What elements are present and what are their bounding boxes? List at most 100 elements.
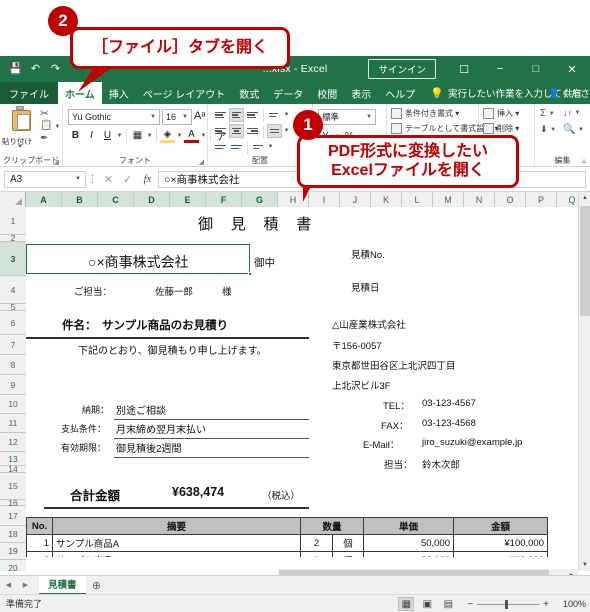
- column-header-M[interactable]: M: [433, 192, 464, 207]
- delete-cells-button[interactable]: 削除 ▾: [483, 123, 519, 134]
- enter-icon[interactable]: ✓: [118, 173, 137, 186]
- font-size-input[interactable]: 16 ▼: [162, 109, 192, 125]
- row-header-14[interactable]: 14: [0, 464, 26, 474]
- column-header-N[interactable]: N: [464, 192, 495, 207]
- italic-button[interactable]: I: [84, 128, 99, 143]
- zoom-in-icon[interactable]: +: [543, 599, 549, 610]
- scroll-down-icon[interactable]: ▼: [579, 559, 590, 571]
- column-header-D[interactable]: D: [134, 192, 170, 207]
- column-header-K[interactable]: K: [371, 192, 402, 207]
- vertical-scrollbar[interactable]: ▲ ▼: [578, 192, 590, 571]
- row-header-20[interactable]: 20: [0, 560, 26, 571]
- zoom-knob[interactable]: [505, 599, 509, 609]
- align-center-icon[interactable]: [229, 124, 244, 138]
- align-middle-icon[interactable]: [229, 108, 244, 122]
- page-break-view-icon[interactable]: ▤: [440, 597, 456, 611]
- name-box-dropdown-icon[interactable]: ▼: [75, 176, 81, 182]
- bold-button[interactable]: B: [68, 128, 83, 143]
- autosum-button[interactable]: Σ ▼: [540, 108, 555, 119]
- scroll-up-icon[interactable]: ▲: [579, 192, 590, 204]
- number-format-select[interactable]: 標準 ▼: [318, 109, 376, 125]
- format-painter-icon[interactable]: ✒: [40, 133, 48, 144]
- font-name-dropdown-icon[interactable]: ▼: [150, 114, 156, 120]
- select-all-corner[interactable]: [0, 192, 26, 207]
- paste-dropdown-icon[interactable]: ▼: [17, 144, 23, 150]
- tab-help[interactable]: ヘルプ: [378, 82, 422, 104]
- align-left-icon[interactable]: [213, 124, 228, 138]
- normal-view-icon[interactable]: ▦: [398, 597, 415, 611]
- sign-in-button[interactable]: サインイン: [368, 59, 436, 79]
- zoom-level[interactable]: 100%: [554, 599, 586, 609]
- paste-button[interactable]: [10, 106, 34, 134]
- row-header-8[interactable]: 8: [0, 355, 26, 375]
- merge-center-icon[interactable]: [267, 124, 282, 138]
- scissors-icon[interactable]: ✂: [40, 107, 49, 120]
- copy-icon[interactable]: 📋: [40, 120, 52, 131]
- next-sheet-icon[interactable]: ▶: [17, 576, 34, 595]
- fill-button[interactable]: ⬇ ▼: [540, 124, 557, 135]
- orientation-dropdown-icon[interactable]: ▼: [283, 112, 290, 118]
- add-sheet-icon[interactable]: ⊕: [86, 576, 108, 595]
- wrap-text-icon[interactable]: [251, 140, 266, 154]
- number-format-dropdown-icon[interactable]: ▼: [366, 114, 372, 120]
- row-header-10[interactable]: 10: [0, 395, 26, 414]
- column-header-L[interactable]: L: [402, 192, 433, 207]
- fill-dropdown-icon[interactable]: ▼: [550, 127, 557, 133]
- sheet-tab-active[interactable]: 見積書: [39, 575, 86, 595]
- copy-dropdown-icon[interactable]: ▼: [54, 124, 61, 130]
- underline-dropdown-icon[interactable]: ▼: [116, 133, 123, 139]
- column-header-C[interactable]: C: [98, 192, 134, 207]
- align-bottom-icon[interactable]: [245, 108, 260, 122]
- insert-function-icon[interactable]: fx: [137, 173, 158, 185]
- grow-font-icon[interactable]: Aᵃ: [194, 110, 205, 122]
- row-header-7[interactable]: 7: [0, 335, 26, 355]
- sheet-content[interactable]: 御 見 積 書 ○×商事株式会社 御中 ご担当： 佐藤一郎 様 件名： サンプル…: [26, 207, 578, 557]
- cancel-icon[interactable]: ✕: [99, 173, 118, 186]
- find-dropdown-icon[interactable]: ▼: [577, 127, 584, 133]
- font-size-dropdown-icon[interactable]: ▼: [182, 114, 188, 120]
- font-color-dropdown-icon[interactable]: ▼: [200, 133, 207, 139]
- insert-cells-button[interactable]: 挿入 ▾: [483, 108, 519, 119]
- increase-indent-icon[interactable]: [229, 140, 244, 154]
- row-header-2[interactable]: 2: [0, 233, 26, 243]
- row-header-15[interactable]: 15: [0, 473, 26, 500]
- zoom-out-icon[interactable]: −: [467, 599, 473, 610]
- column-header-B[interactable]: B: [62, 192, 98, 207]
- row-header-19[interactable]: 19: [0, 543, 26, 560]
- merge-dropdown-icon[interactable]: ▼: [283, 128, 290, 134]
- column-header-J[interactable]: J: [340, 192, 371, 207]
- row-header-9[interactable]: 9: [0, 375, 26, 395]
- share-button[interactable]: 👤 共有: [548, 82, 582, 104]
- borders-dropdown-icon[interactable]: ▼: [146, 133, 153, 139]
- tab-formulas[interactable]: 数式: [232, 82, 266, 104]
- orientation-icon[interactable]: [267, 108, 282, 122]
- column-header-P[interactable]: P: [526, 192, 557, 207]
- name-box[interactable]: A3 ▼: [4, 170, 86, 188]
- row-header-5[interactable]: 5: [0, 302, 26, 312]
- zoom-slider[interactable]: − +: [467, 599, 549, 610]
- row-header-17[interactable]: 17: [0, 506, 26, 526]
- close-icon[interactable]: ✕: [554, 56, 590, 82]
- column-header-A[interactable]: A: [26, 192, 62, 207]
- fill-handle[interactable]: [248, 272, 252, 276]
- row-header-6[interactable]: 6: [0, 311, 26, 335]
- conditional-formatting-button[interactable]: 条件付き書式 ▾: [391, 108, 459, 119]
- clipboard-dialog-launcher[interactable]: ◢: [54, 158, 59, 166]
- zoom-track[interactable]: [477, 599, 540, 609]
- row-header-3[interactable]: 3: [0, 242, 26, 276]
- align-right-icon[interactable]: [245, 124, 260, 138]
- tab-review[interactable]: 校閲: [310, 82, 344, 104]
- autosum-dropdown-icon[interactable]: ▼: [548, 111, 555, 117]
- align-top-icon[interactable]: [213, 108, 228, 122]
- tab-page-layout[interactable]: ページ レイアウト: [136, 82, 233, 104]
- minimize-icon[interactable]: −: [482, 56, 518, 82]
- column-header-G[interactable]: G: [242, 192, 278, 207]
- column-header-O[interactable]: O: [495, 192, 526, 207]
- font-name-input[interactable]: Yu Gothic ▼: [68, 109, 160, 125]
- row-header-4[interactable]: 4: [0, 276, 26, 304]
- font-color-icon[interactable]: A: [184, 128, 199, 143]
- sort-filter-button[interactable]: ↓↑ ▼: [563, 108, 581, 118]
- vertical-scrollbar-thumb[interactable]: [580, 206, 590, 316]
- column-header-F[interactable]: F: [206, 192, 242, 207]
- maximize-icon[interactable]: □: [518, 56, 554, 82]
